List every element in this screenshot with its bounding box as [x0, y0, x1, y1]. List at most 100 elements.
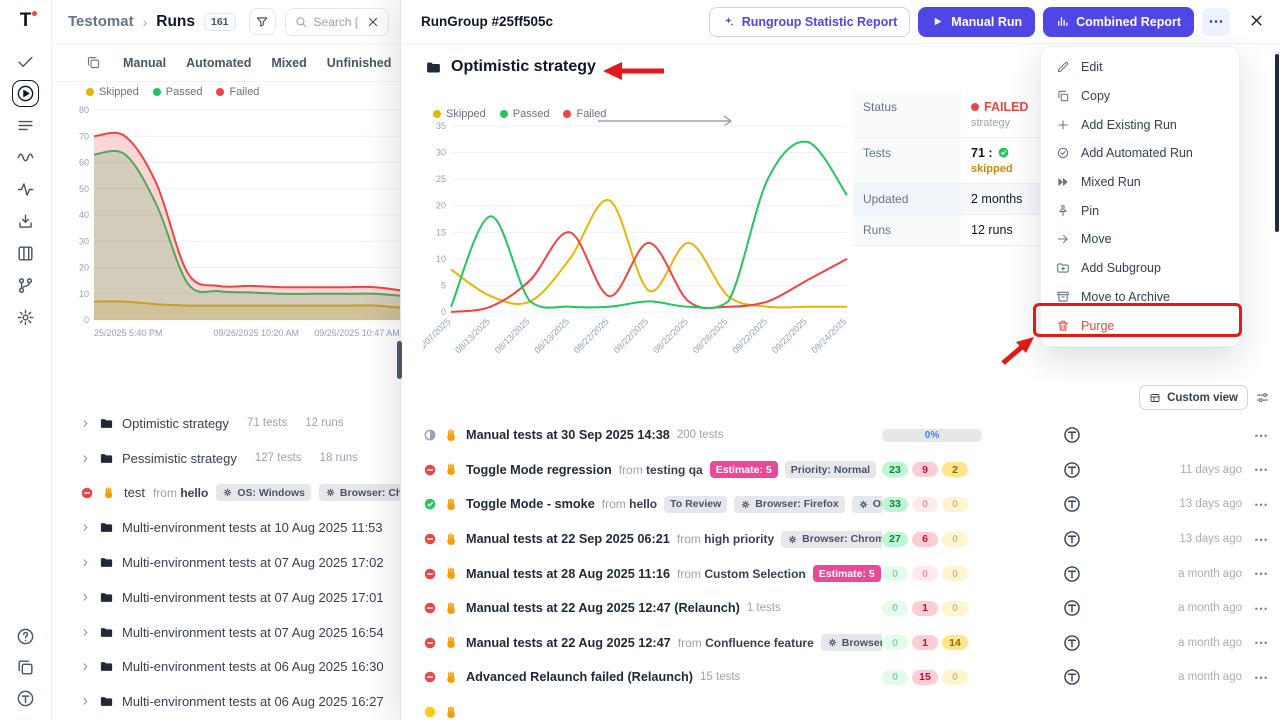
sliders-icon[interactable] [1255, 390, 1270, 405]
run-name[interactable]: Manual tests at 22 Aug 2025 12:47 [466, 636, 671, 650]
folder-icon [99, 694, 114, 709]
rail-docs-icon[interactable] [16, 658, 35, 677]
run-avatar-cell [998, 461, 1146, 479]
run-more-button[interactable]: ⋯ [1248, 634, 1274, 651]
run-more-button[interactable]: ⋯ [1248, 461, 1274, 478]
status-value: FAILED [984, 100, 1028, 114]
rail-check-icon[interactable] [16, 52, 35, 71]
combined-report-button[interactable]: Combined Report [1043, 7, 1194, 37]
drawer-scrollbar[interactable] [1275, 54, 1279, 232]
tab-unfinished[interactable]: Unfinished [327, 56, 392, 70]
run-main: Manual tests at 22 Aug 2025 12:47from Co… [423, 634, 882, 651]
group-name[interactable]: Multi-environment tests at 06 Aug 2025 1… [122, 694, 384, 709]
custom-view-button[interactable]: Custom view [1139, 385, 1248, 410]
app-logo[interactable]: T [20, 10, 32, 32]
svg-text:30: 30 [79, 236, 89, 246]
menu-item-label: Mixed Run [1081, 175, 1141, 189]
rail-runs-icon[interactable] [16, 84, 35, 103]
run-row[interactable]: Manual tests at 22 Aug 2025 12:47from Co… [415, 626, 1274, 661]
run-row[interactable]: Toggle Mode - smokefrom helloTo ReviewBr… [415, 487, 1274, 522]
run-more-button[interactable]: ⋯ [1248, 565, 1274, 582]
run-name[interactable]: Toggle Mode - smoke [466, 497, 595, 511]
search-input[interactable]: Search [ [285, 8, 389, 36]
group-name[interactable]: Multi-environment tests at 06 Aug 2025 1… [122, 659, 384, 674]
menu-item-add-subgroup[interactable]: Add Subgroup [1041, 254, 1239, 283]
run-name[interactable]: Manual tests at 28 Aug 2025 11:16 [466, 567, 670, 581]
rail-wave-icon[interactable] [16, 148, 35, 167]
group-tests-count: 127 tests [255, 452, 302, 464]
rail-report-icon[interactable] [16, 244, 35, 263]
status-failed-icon [423, 601, 437, 615]
run-result-badges: 2760 [882, 532, 998, 547]
menu-item-move[interactable]: Move [1041, 225, 1239, 254]
menu-item-purge[interactable]: Purge [1041, 311, 1239, 340]
filter-button[interactable] [249, 8, 276, 35]
menu-item-add-automated-run[interactable]: Add Automated Run [1041, 139, 1239, 168]
rail-import-icon[interactable] [16, 212, 35, 231]
system-tag-icon [858, 499, 869, 510]
folder-icon [99, 590, 114, 605]
run-more-button[interactable]: ⋯ [1248, 669, 1274, 686]
assignee-avatar-icon [1063, 634, 1081, 652]
run-name[interactable]: Toggle Mode regression [466, 463, 612, 477]
run-name[interactable]: test [124, 485, 145, 500]
run-tag: OS: Windows [216, 484, 311, 501]
group-actions-menu: EditCopyAdd Existing RunAdd Automated Ru… [1040, 46, 1240, 347]
tab-manual[interactable]: Manual [123, 56, 166, 70]
manual-run-button[interactable]: Manual Run [918, 7, 1035, 37]
group-name[interactable]: Optimistic strategy [122, 416, 229, 431]
group-name[interactable]: Multi-environment tests at 10 Aug 2025 1… [122, 520, 383, 535]
run-name[interactable]: Manual tests at 30 Sep 2025 14:38 [466, 428, 670, 442]
run-row[interactable]: Toggle Mode regressionfrom testing qaEst… [415, 453, 1274, 488]
rail-help-icon[interactable] [16, 627, 35, 646]
menu-item-move-to-archive[interactable]: Move to Archive [1041, 283, 1239, 312]
run-row[interactable] [415, 695, 1274, 720]
group-name[interactable]: Multi-environment tests at 07 Aug 2025 1… [122, 555, 384, 570]
menu-item-label: Pin [1081, 204, 1099, 218]
brand-name[interactable]: Testomat [68, 13, 134, 30]
run-row[interactable]: Manual tests at 22 Aug 2025 12:47 (Relau… [415, 591, 1274, 626]
run-row[interactable]: Manual tests at 22 Sep 2025 06:21from hi… [415, 522, 1274, 557]
run-name[interactable]: Advanced Relaunch failed (Relaunch) [466, 670, 693, 684]
menu-item-add-existing-run[interactable]: Add Existing Run [1041, 110, 1239, 139]
search-clear-icon[interactable] [366, 15, 380, 29]
rail-list-icon[interactable] [16, 116, 35, 135]
run-row[interactable]: Manual tests at 30 Sep 2025 14:38200 tes… [415, 418, 1274, 453]
tab-automated[interactable]: Automated [186, 56, 251, 70]
rungroup-statistic-report-button[interactable]: Rungroup Statistic Report [709, 7, 911, 37]
menu-item-mixed-run[interactable]: Mixed Run [1041, 168, 1239, 197]
run-name[interactable]: Manual tests at 22 Aug 2025 12:47 (Relau… [466, 601, 740, 615]
passed-count: 0 [882, 601, 908, 616]
group-name[interactable]: Multi-environment tests at 07 Aug 2025 1… [122, 590, 384, 605]
run-tag: OS: MacOS [852, 496, 882, 513]
run-avatar-cell [998, 530, 1146, 548]
menu-item-edit[interactable]: Edit [1041, 53, 1239, 82]
manual-run-label: Manual Run [951, 15, 1022, 29]
run-more-button[interactable]: ⋯ [1248, 427, 1274, 444]
rail-profile-icon[interactable] [16, 689, 35, 708]
left-panel-scrollbar[interactable] [397, 341, 402, 379]
mixed-icon [1056, 175, 1070, 189]
skipped-count: 0 [942, 670, 968, 685]
group-runs-count: 12 runs [305, 417, 343, 429]
svg-text:80: 80 [79, 105, 89, 115]
menu-item-pin[interactable]: Pin [1041, 196, 1239, 225]
view-layers-icon[interactable] [86, 55, 101, 70]
group-name[interactable]: Multi-environment tests at 07 Aug 2025 1… [122, 625, 384, 640]
run-more-button[interactable]: ⋯ [1248, 496, 1274, 513]
group-name[interactable]: Pessimistic strategy [122, 451, 237, 466]
rail-pulse-icon[interactable] [16, 180, 35, 199]
legend-item: Passed [153, 86, 203, 98]
tab-mixed[interactable]: Mixed [271, 56, 306, 70]
rail-gear-icon[interactable] [16, 308, 35, 327]
run-row[interactable]: Manual tests at 28 Aug 2025 11:16from Cu… [415, 556, 1274, 591]
menu-item-copy[interactable]: Copy [1041, 82, 1239, 111]
run-row[interactable]: Advanced Relaunch failed (Relaunch)15 te… [415, 660, 1274, 695]
more-actions-button[interactable]: ⋯ [1202, 8, 1230, 36]
chevron-right-icon [80, 418, 91, 429]
run-name[interactable]: Manual tests at 22 Sep 2025 06:21 [466, 532, 670, 546]
close-drawer-button[interactable] [1246, 12, 1266, 32]
run-more-button[interactable]: ⋯ [1248, 600, 1274, 617]
run-more-button[interactable]: ⋯ [1248, 531, 1274, 548]
rail-branch-icon[interactable] [16, 276, 35, 295]
